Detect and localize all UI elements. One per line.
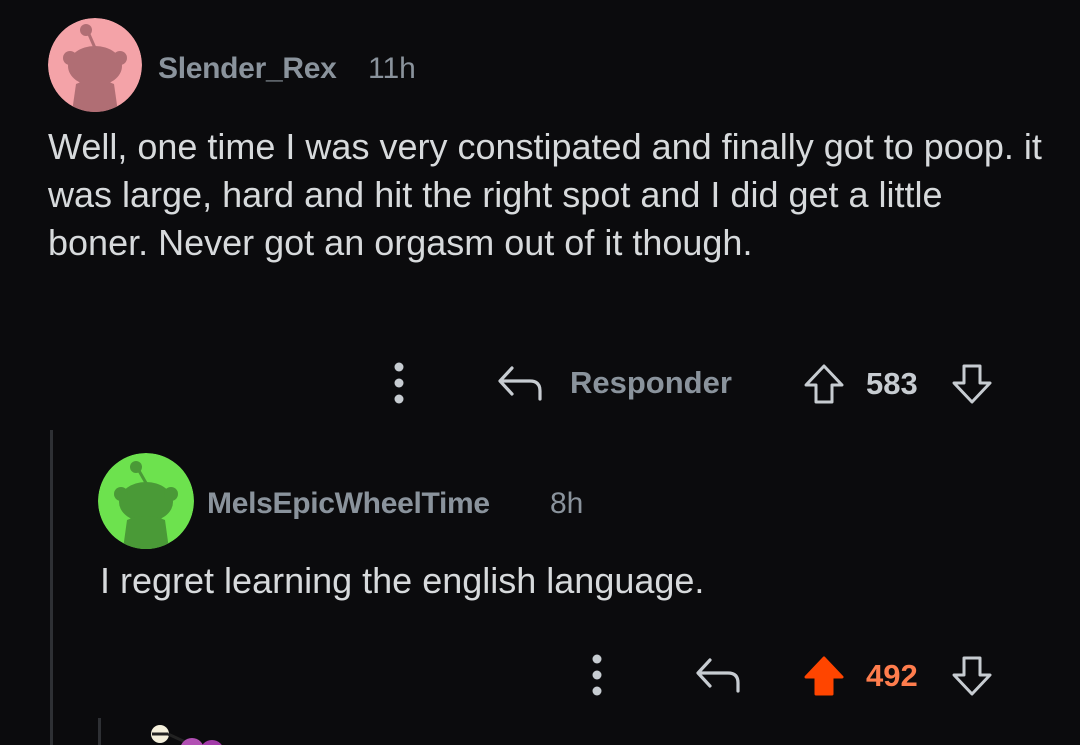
upvote-arrow-filled-icon [804,656,844,696]
reply-more-options-button[interactable] [582,652,612,698]
upvote-fill [804,656,844,696]
more-options-button[interactable] [384,360,414,406]
reply-icon [498,366,542,401]
reply-icon [696,658,740,693]
upvote-arrow-icon [804,364,844,404]
reply-reply-button[interactable] [694,654,742,696]
avatar[interactable] [48,18,142,112]
reply-timestamp: 8h [550,487,584,520]
downvote-arrow-icon [952,656,992,696]
comment-body: Well, one time I was very constipated an… [48,126,1042,263]
reply-vote-score: 492 [866,658,918,693]
reply-downvote-button[interactable] [950,654,994,698]
thread-line [50,430,53,745]
upvote-button[interactable] [802,362,846,406]
reply-button[interactable]: Responder [496,362,732,404]
reply-label: Responder [570,365,732,400]
reply-upvote-button[interactable] [802,654,846,698]
reply-body: I regret learning the english language. [100,560,705,601]
reply-avatar[interactable] [98,453,194,549]
comment-timestamp: 11h [368,52,416,85]
thread-line-nested [98,718,101,745]
comment-username[interactable]: Slender_Rex [158,52,337,86]
downvote-button[interactable] [950,362,994,406]
reply-username[interactable]: MelsEpicWheelTime [207,487,490,521]
nested-reply-avatar-partial[interactable] [148,722,228,745]
more-options-icon [592,654,602,696]
more-options-icon [394,362,404,404]
downvote-arrow-icon [952,364,992,404]
vote-score: 583 [866,366,918,401]
